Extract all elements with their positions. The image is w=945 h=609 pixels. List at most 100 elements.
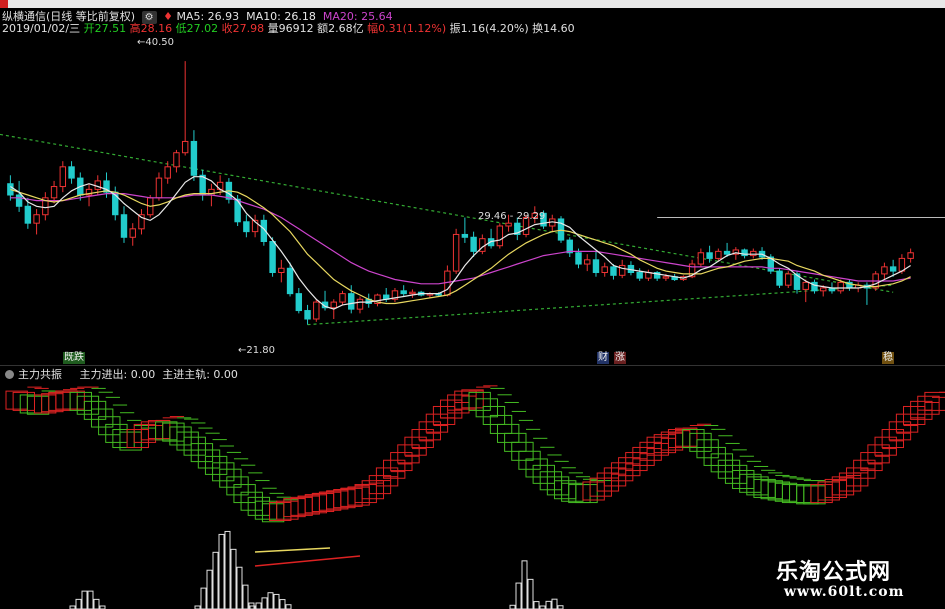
indicator-line2-value: 0.00 (213, 368, 238, 381)
candle-body (584, 259, 591, 265)
indicator-box (212, 462, 235, 482)
indicator-box (197, 449, 221, 469)
amount-label: 额 (317, 22, 329, 35)
candle-body (400, 290, 407, 295)
candle-body (750, 250, 757, 257)
candle-body (68, 166, 75, 179)
candle-body (715, 250, 722, 259)
histogram-bar (75, 598, 82, 609)
histogram-bar (87, 590, 94, 609)
candle-body (330, 301, 337, 309)
change-label: 幅 (367, 22, 379, 35)
indicator-box (546, 476, 570, 496)
watermark-title: 乐淘公式网 (776, 560, 892, 585)
candle-body (601, 266, 608, 274)
candle-body (662, 276, 670, 279)
candle-body (706, 252, 713, 259)
indicator-box (625, 452, 648, 472)
watermark-url: www.60lt.com (784, 584, 905, 600)
indicator-box (269, 501, 292, 521)
quote-date: 2019/01/02/三 (2, 22, 81, 35)
candle-body (505, 222, 512, 227)
candle-body (24, 205, 32, 224)
candle-body (269, 241, 276, 273)
candle-body (881, 266, 888, 275)
indicator-box (717, 459, 741, 479)
low-value: 27.02 (186, 22, 219, 35)
candle-body (776, 270, 783, 286)
close-value: 27.98 (232, 22, 265, 35)
signal-tag-rise[interactable]: 涨 (614, 352, 626, 364)
candle-body (452, 233, 460, 272)
low-label: 低 (175, 22, 187, 35)
signal-line-red (254, 555, 361, 567)
amount-value: 2.68亿 (328, 22, 364, 35)
open-value: 27.51 (94, 22, 127, 35)
indicator-box (732, 469, 755, 489)
histogram-bar (533, 601, 540, 609)
candle-body (820, 287, 827, 292)
candle-body (409, 291, 416, 295)
pane-divider[interactable] (0, 365, 945, 366)
turnover-label: 换 (532, 22, 544, 35)
candle-body (470, 236, 477, 252)
candle-body (50, 186, 58, 199)
indicator-box (169, 426, 192, 446)
candle-body (190, 140, 198, 176)
change-value: 0.31(1.12%) (378, 22, 447, 35)
indicator-line1-label: 主力进出: (79, 368, 128, 381)
histogram-bar (521, 560, 528, 609)
indicator-box (62, 390, 85, 410)
histogram-bar (242, 584, 249, 609)
candle-body (785, 273, 792, 286)
high-label: 高 (129, 22, 141, 35)
histogram-bar (545, 600, 552, 609)
indicator-line2-label: 主进主轨: (162, 368, 210, 381)
high-price-label: 40.50 (145, 37, 175, 48)
candle-body (173, 152, 180, 168)
histogram-bar (255, 602, 262, 609)
histogram-bar (515, 582, 522, 609)
histogram-bar (93, 598, 100, 609)
ma20-line (10, 193, 911, 285)
histogram-bar (81, 590, 88, 609)
candle-body (295, 293, 303, 312)
indicator-box (703, 446, 726, 466)
signal-tag-finance[interactable]: 财 (597, 352, 609, 364)
histogram-bar (261, 597, 268, 609)
high-value: 28.16 (140, 22, 173, 35)
histogram-bar (551, 598, 558, 609)
candle-body (592, 259, 600, 273)
indicator-box (689, 432, 712, 452)
candle-body (7, 183, 14, 196)
histogram-bar (212, 551, 219, 609)
high-price-marker: ←40.50 (137, 37, 175, 48)
candle-body (575, 252, 582, 265)
candle-body (120, 214, 128, 238)
indicator-box (696, 439, 719, 459)
candle-body (286, 267, 294, 295)
candle-body (618, 264, 626, 276)
candle-body (889, 266, 897, 272)
signal-tag-stable[interactable]: 稳 (882, 352, 894, 364)
chart-canvas (0, 61, 945, 609)
low-price-marker: ←21.80 (238, 345, 276, 356)
candle-body (33, 214, 40, 224)
histogram-bar (509, 604, 516, 609)
candle-body (155, 177, 163, 199)
indicator-toggle-icon[interactable] (5, 370, 14, 379)
quote-header-line2: 2019/01/02/三 开27.51 高28.16 低27.02 收27.98… (2, 22, 575, 35)
histogram-bar (279, 599, 286, 609)
indicator-name[interactable]: 主力共振 (18, 368, 62, 381)
candle-body (313, 301, 320, 320)
turnover-value: 14.60 (543, 22, 575, 35)
candle-body (496, 225, 504, 247)
candle-body (304, 310, 311, 320)
indicator-box (525, 458, 548, 478)
histogram-bar (527, 578, 534, 609)
amplitude-value: 1.16(4.20%) (460, 22, 529, 35)
indicator-box (532, 464, 555, 484)
histogram-bar (267, 592, 274, 609)
indicator-box (155, 421, 178, 441)
signal-tag-fall[interactable]: 既跌 (63, 352, 85, 364)
